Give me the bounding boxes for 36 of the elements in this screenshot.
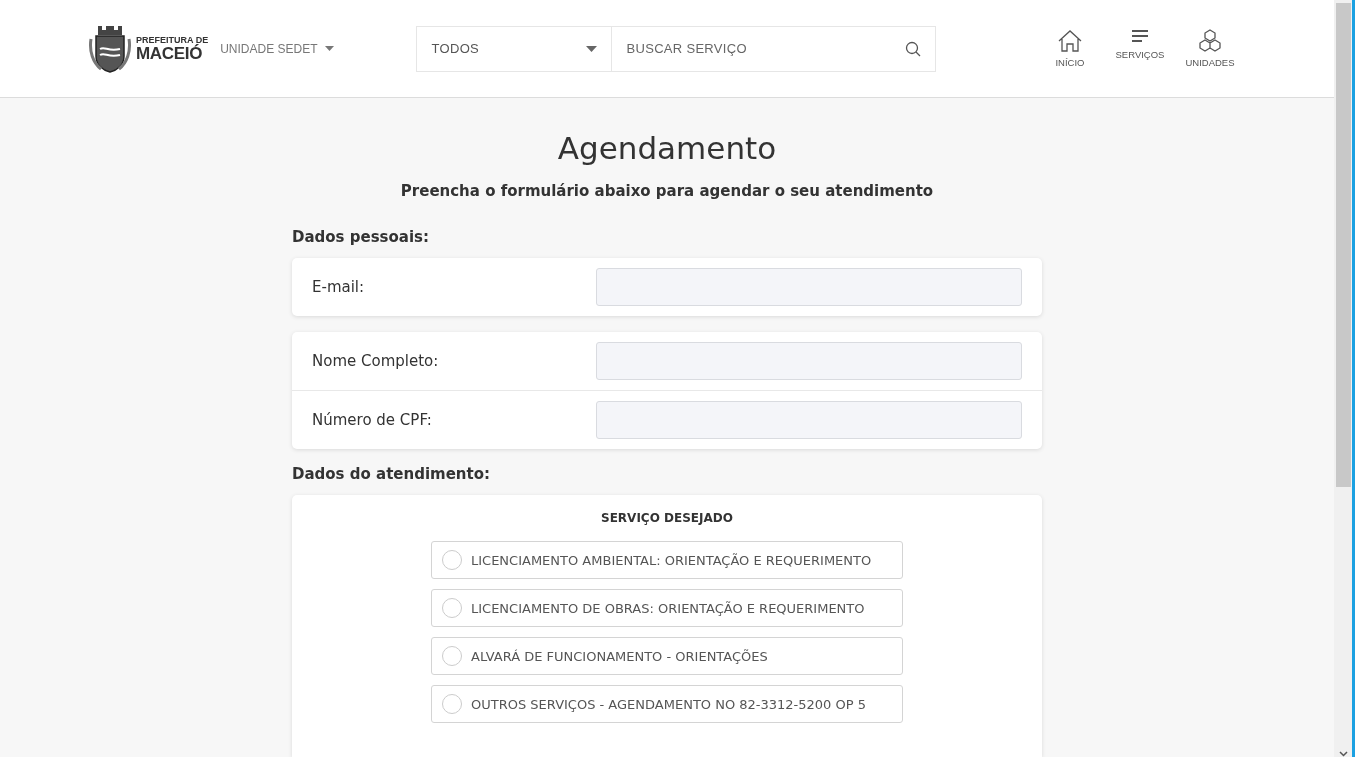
service-option[interactable]: OUTROS SERVIÇOS - AGENDAMENTO NO 82-3312-5200 OP 5 [431, 685, 903, 723]
field-label: Nome Completo: [312, 352, 439, 370]
search-field[interactable]: BUSCAR SERVIÇO [611, 25, 892, 72]
question-label: SERVIÇO DESEJADO [601, 511, 733, 525]
field-label: Número de CPF: [312, 411, 432, 429]
page-title: Agendamento [556, 130, 778, 166]
search-button[interactable] [891, 25, 936, 72]
section-heading: Dados do atendimento: [292, 465, 491, 483]
nav-link[interactable]: UNIDADES [1182, 29, 1238, 68]
page-subtitle: Preencha o formulário abaixo para agendar o seu atendimento [399, 182, 935, 200]
service-option[interactable]: LICENCIAMENTO AMBIENTAL: ORIENTAÇÃO E REQUERIMENTO [431, 541, 903, 579]
logo-text: MACEIÓ [136, 44, 203, 62]
scrollbar-thumb[interactable] [1335, 3, 1351, 487]
nav-link[interactable]: INÍCIO [1042, 29, 1098, 68]
service-option[interactable]: ALVARÁ DE FUNCIONAMENTO - ORIENTAÇÕES [431, 637, 903, 675]
home-icon [1057, 29, 1083, 53]
menu-icon [1131, 29, 1149, 45]
radio-button[interactable] [442, 694, 462, 714]
chevron-down-icon[interactable] [1338, 751, 1348, 757]
category-select[interactable]: TODOS [415, 25, 612, 72]
field-label: E-mail: [312, 278, 365, 296]
input-field[interactable] [596, 342, 1022, 380]
caret-icon [585, 45, 597, 52]
section-heading: Dados pessoais: [292, 228, 431, 246]
logo-text: PREFEITURA DE [136, 35, 209, 45]
radio-button[interactable] [442, 646, 462, 666]
unit-dropdown[interactable]: UNIDADE SEDET [220, 41, 334, 56]
input-field[interactable] [596, 268, 1022, 306]
search-icon [905, 40, 922, 57]
scrollbar[interactable] [1334, 0, 1355, 757]
input-field[interactable] [596, 401, 1022, 439]
service-option[interactable]: LICENCIAMENTO DE OBRAS: ORIENTAÇÃO E REQUERIMENTO [431, 589, 903, 627]
radio-button[interactable] [442, 550, 462, 570]
nav-link[interactable]: SERVIÇOS [1112, 29, 1168, 68]
caret-icon [324, 46, 334, 51]
radio-button[interactable] [442, 598, 462, 618]
